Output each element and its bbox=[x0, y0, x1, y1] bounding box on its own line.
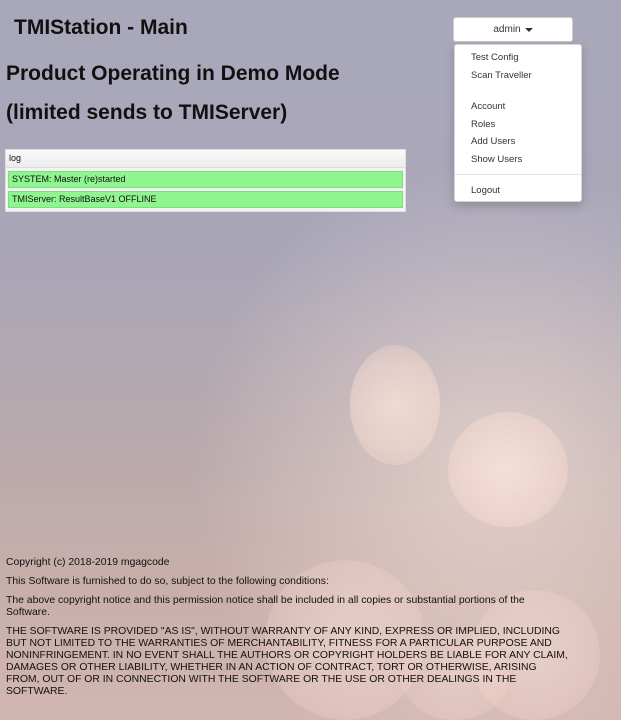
menu-item-add-users[interactable]: Add Users bbox=[471, 136, 515, 147]
log-panel: log SYSTEM: Master (re)started TMIServer… bbox=[5, 149, 406, 212]
license-warranty-paragraph: THE SOFTWARE IS PROVIDED "AS IS", WITHOU… bbox=[6, 626, 568, 697]
caret-down-icon bbox=[524, 27, 533, 32]
menu-item-account[interactable]: Account bbox=[471, 101, 505, 112]
menu-divider bbox=[455, 174, 581, 175]
log-entry: TMIServer: ResultBaseV1 OFFLINE bbox=[8, 191, 403, 208]
background-bokeh bbox=[350, 345, 440, 465]
demo-mode-subheading: (limited sends to TMIServer) bbox=[6, 101, 288, 124]
menu-item-scan-traveller[interactable]: Scan Traveller bbox=[471, 70, 532, 81]
log-header: log bbox=[6, 150, 405, 168]
license-footer: Copyright (c) 2018-2019 mgagcode This So… bbox=[6, 557, 571, 705]
license-paragraph: The above copyright notice and this perm… bbox=[6, 595, 525, 618]
demo-mode-heading: Product Operating in Demo Mode bbox=[6, 62, 340, 85]
license-paragraph: This Software is furnished to do so, sub… bbox=[6, 576, 329, 587]
menu-item-show-users[interactable]: Show Users bbox=[471, 154, 522, 165]
copyright-text: Copyright (c) 2018-2019 mgagcode bbox=[6, 557, 170, 568]
log-entry: SYSTEM: Master (re)started bbox=[8, 171, 403, 188]
user-dropdown-menu: Test Config Scan Traveller Account Roles… bbox=[454, 44, 582, 202]
background-bokeh bbox=[448, 412, 568, 527]
menu-item-logout[interactable]: Logout bbox=[471, 185, 500, 196]
menu-item-roles[interactable]: Roles bbox=[471, 119, 495, 130]
menu-item-test-config[interactable]: Test Config bbox=[471, 52, 519, 63]
user-menu-label: admin bbox=[493, 24, 521, 35]
app-title: TMIStation - Main bbox=[14, 16, 188, 39]
user-menu-toggle[interactable]: admin bbox=[453, 17, 573, 42]
